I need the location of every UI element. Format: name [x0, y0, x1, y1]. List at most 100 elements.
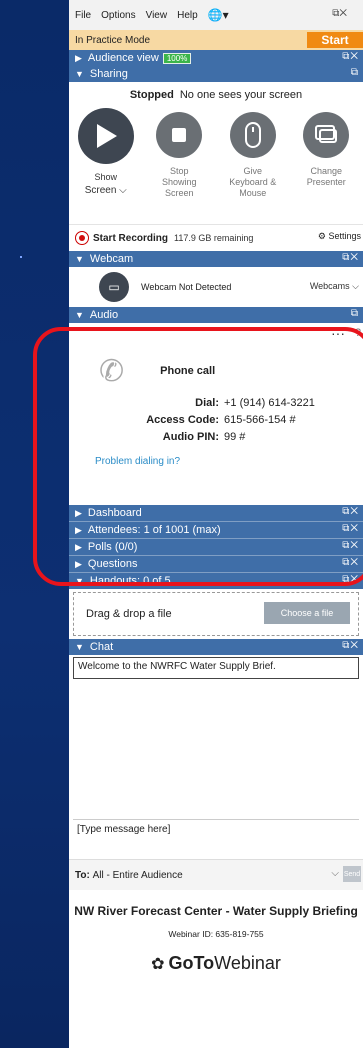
window-controls[interactable]: ⧉✕ [332, 8, 347, 19]
access-code-row: Access Code: 615-566-154 # [69, 414, 363, 431]
expand-icon: ▶ [75, 507, 82, 518]
chat-log [73, 681, 359, 819]
recording-remaining: 117.9 GB remaining [174, 233, 254, 243]
menu-options[interactable]: Options [101, 10, 135, 21]
polls-section[interactable]: ▶ Polls (0/0) ⧉✕ [69, 538, 363, 555]
handouts-label: Handouts: 0 of 5 [89, 575, 171, 587]
audience-view-section[interactable]: ▶ Audience view 100% ⧉✕ [69, 50, 363, 66]
start-button[interactable]: Start [307, 32, 363, 48]
show-label: Show [94, 172, 117, 182]
stop-icon [156, 112, 203, 158]
dial-number: +1 (914) 614-3221 [224, 397, 315, 409]
chat-label: Chat [89, 641, 114, 653]
handouts-section-header[interactable]: ▼ Handouts: 0 of 5 ⧉✕ [69, 572, 363, 589]
gotowebinar-control-panel: File Options View Help 🌐▾ ⧉✕ In Practice… [69, 0, 363, 1048]
recipient-dropdown[interactable]: All - Entire Audience [93, 870, 183, 881]
webcam-section-header[interactable]: ▼ Webcam ⧉✕ [69, 251, 363, 267]
section-controls[interactable]: ⧉✕ [342, 557, 359, 568]
handouts-dropzone[interactable]: Drag & drop a file Choose a file [73, 592, 359, 636]
access-code-label: Access Code: [146, 414, 219, 426]
expand-icon: ▶ [75, 541, 82, 552]
record-icon[interactable] [75, 231, 89, 245]
collapse-icon: ▼ [75, 642, 84, 652]
give-label-3: Mouse [239, 188, 267, 198]
webinar-title: NW River Forecast Center - Water Supply … [74, 904, 358, 918]
section-controls[interactable]: ⧉✕ [342, 574, 359, 585]
show-screen-button[interactable]: Show Screen ⌵ [73, 108, 139, 224]
change-presenter-button[interactable]: Change Presenter [293, 112, 359, 224]
section-controls[interactable]: ⧉✕ [342, 540, 359, 551]
change-label-1: Change [310, 166, 343, 176]
audio-mode-label: Phone call [160, 365, 216, 377]
sharing-status-bold: Stopped [129, 89, 174, 101]
drag-drop-label: Drag & drop a file [86, 608, 172, 620]
attendees-label: Attendees: 1 of 1001 (max) [87, 524, 221, 536]
camera-icon[interactable]: ▭ [99, 272, 129, 302]
audio-pin-row: Audio PIN: 99 # [69, 431, 363, 448]
sharing-buttons: Show Screen ⌵ Stop Showing Screen Give K… [69, 108, 363, 224]
chevron-down-icon[interactable]: ⌵ [331, 868, 339, 879]
audio-pin-label: Audio PIN: [162, 431, 219, 443]
phone-call-row: ✆ Phone call [69, 345, 363, 397]
expand-icon: ▶ [75, 558, 82, 569]
screen-selector[interactable]: Screen ⌵ [85, 185, 127, 196]
choose-file-button[interactable]: Choose a file [264, 602, 350, 624]
mouse-icon [229, 112, 276, 158]
language-globe-icon[interactable]: 🌐▾ [208, 8, 229, 22]
polls-label: Polls (0/0) [87, 541, 138, 553]
stop-label-2: Showing [161, 177, 197, 187]
menu-view[interactable]: View [146, 10, 168, 21]
questions-section[interactable]: ▶ Questions ⧉✕ [69, 555, 363, 572]
section-controls[interactable]: ⧉✕ [342, 506, 359, 517]
stop-label-3: Screen [164, 188, 194, 198]
desktop-background [0, 0, 69, 1048]
dashboard-label: Dashboard [87, 507, 142, 519]
section-controls[interactable]: ⧉ [351, 308, 359, 319]
dial-label: Dial: [195, 397, 219, 409]
sharing-status: Stopped No one sees your screen [69, 82, 363, 108]
dashboard-section[interactable]: ▶ Dashboard ⧉✕ [69, 505, 363, 521]
sharing-section-header[interactable]: ▼ Sharing ⧉ [69, 66, 363, 82]
send-button[interactable]: Send [343, 866, 361, 882]
webcam-status: Webcam Not Detected [141, 282, 232, 292]
gotowebinar-logo: ✿ GoToWebinar [69, 953, 363, 974]
section-controls[interactable]: ⧉ [351, 67, 359, 78]
menu-file[interactable]: File [75, 10, 91, 21]
settings-button[interactable]: ⚙ Settings [318, 231, 361, 242]
dial-row: Dial: +1 (914) 614-3221 [69, 397, 363, 414]
dial-in-info: Dial: +1 (914) 614-3221 Access Code: 615-5… [69, 397, 363, 448]
problem-dialing-link[interactable]: Problem dialing in? [69, 456, 363, 467]
webcam-row: ▭ Webcam Not Detected Webcams ⌵ [69, 267, 363, 307]
give-keyboard-mouse-button[interactable]: Give Keyboard & Mouse [220, 112, 286, 224]
recording-bar: Start Recording 117.9 GB remaining ⚙ Set… [69, 224, 363, 251]
webcams-dropdown[interactable]: Webcams ⌵ [310, 281, 359, 292]
collapse-icon: ▼ [75, 254, 84, 264]
access-code-value: 615-566-154 # [224, 414, 296, 426]
change-label-2: Presenter [306, 177, 346, 187]
menu-bar: File Options View Help 🌐▾ ⧉✕ [69, 0, 363, 30]
menu-help[interactable]: Help [177, 10, 198, 21]
section-controls[interactable]: ⧉✕ [342, 51, 359, 62]
audio-pin-value: 99 # [224, 431, 246, 443]
logo-goto: GoTo [168, 953, 215, 973]
chat-message-input[interactable]: [Type message here] [73, 819, 359, 859]
chat-recipient-bar: To: All - Entire Audience ⌵ Send [69, 859, 363, 890]
more-options-icon[interactable]: ··· [331, 325, 345, 341]
section-controls[interactable]: ⧉✕ [342, 523, 359, 534]
attendees-section[interactable]: ▶ Attendees: 1 of 1001 (max) ⧉✕ [69, 521, 363, 538]
settings-label: Settings [328, 231, 361, 241]
help-icon[interactable]: ? [355, 327, 361, 339]
start-recording-button[interactable]: Start Recording [93, 233, 168, 244]
webinar-id: Webinar ID: 635-819-755 [168, 929, 264, 939]
stop-showing-button[interactable]: Stop Showing Screen [146, 112, 212, 224]
sharing-status-text: No one sees your screen [179, 89, 303, 101]
practice-mode-label: In Practice Mode [75, 34, 151, 46]
expand-icon: ▶ [75, 52, 82, 63]
section-controls[interactable]: ⧉✕ [342, 252, 359, 263]
logo-webinar: Webinar [214, 953, 281, 973]
section-controls[interactable]: ⧉✕ [342, 640, 359, 651]
audio-section-header[interactable]: ▼ Audio ⧉ [69, 307, 363, 323]
give-label-2: Keyboard & [229, 177, 277, 187]
chat-section-header[interactable]: ▼ Chat ⧉✕ [69, 639, 363, 655]
chat-welcome-message: Welcome to the NWRFC Water Supply Brief. [73, 657, 359, 679]
